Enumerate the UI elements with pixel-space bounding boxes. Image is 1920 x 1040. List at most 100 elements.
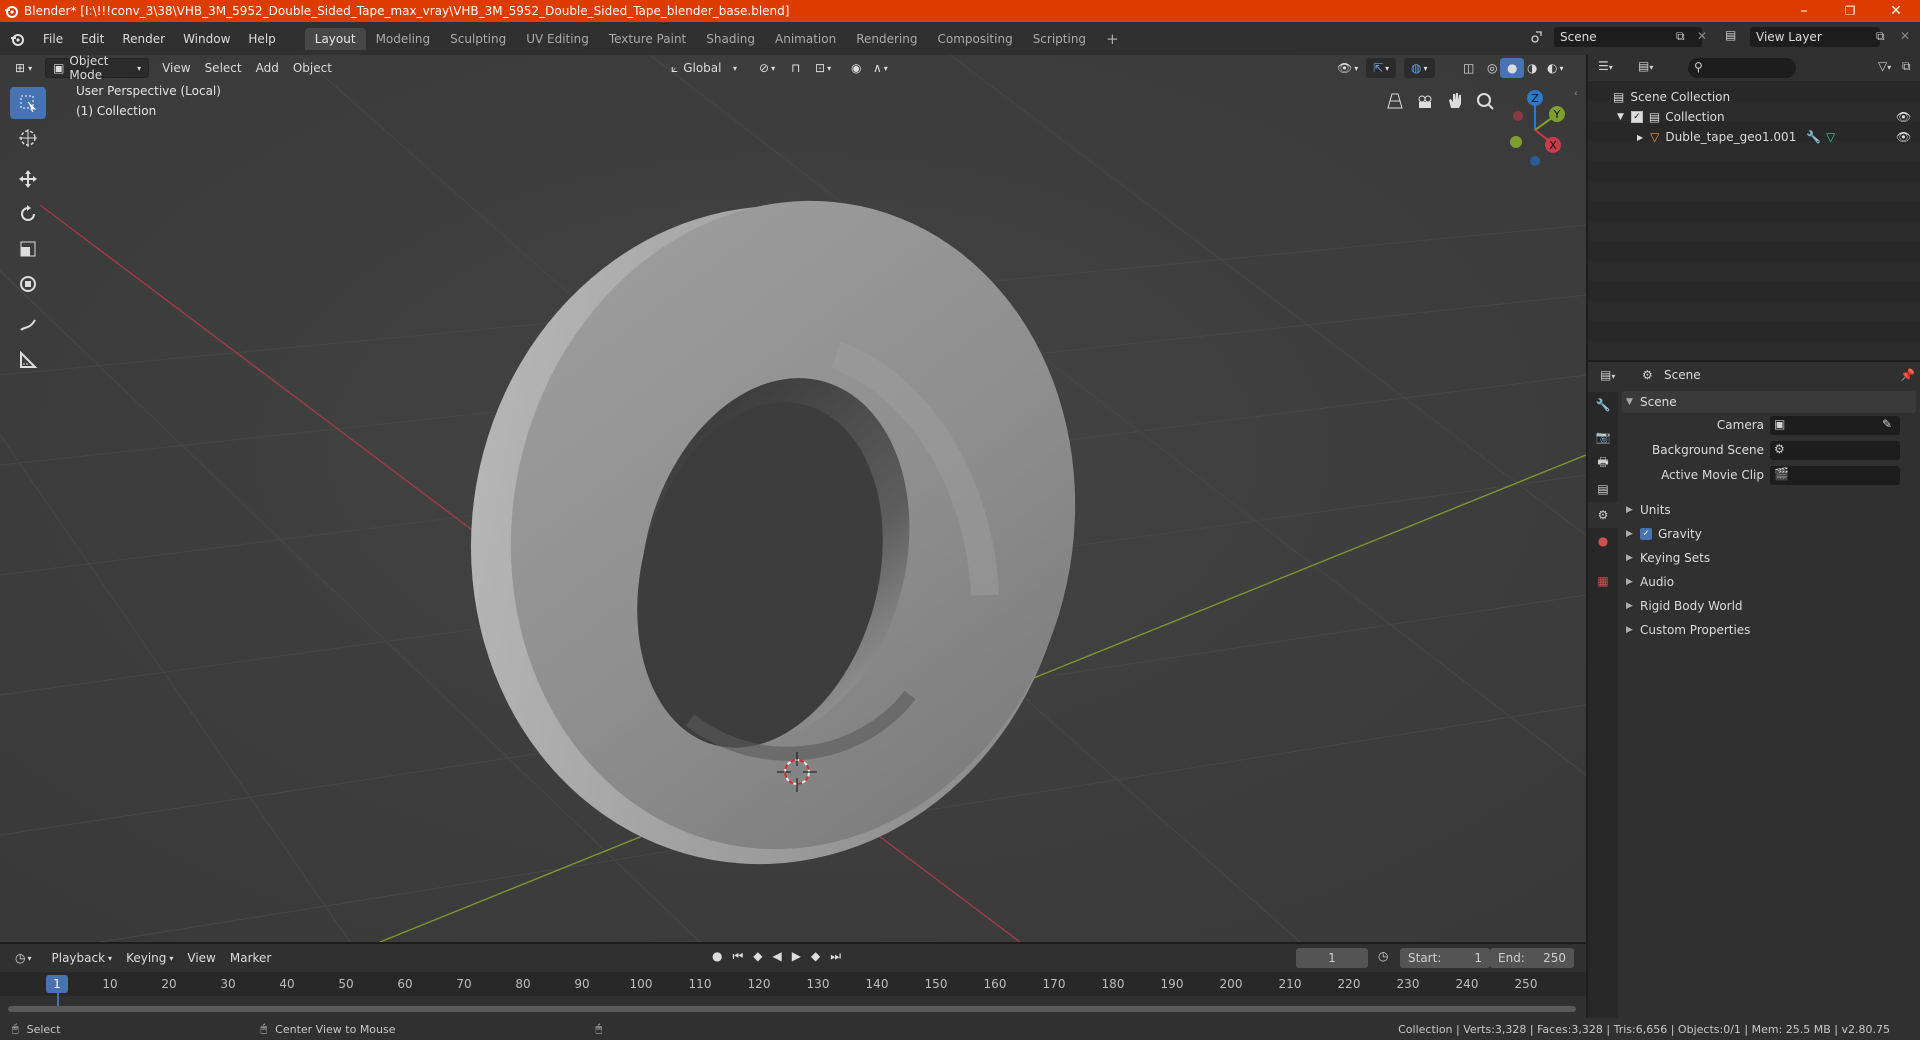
new-view-layer-icon[interactable]: ⧉ bbox=[1876, 29, 1885, 44]
pin-icon[interactable]: 📌 bbox=[1900, 368, 1915, 382]
gizmo-toggle-icon[interactable]: ⇱ ▾ bbox=[1366, 58, 1397, 78]
overlays-toggle-icon[interactable]: ◍ ▾ bbox=[1404, 58, 1435, 78]
tab-uv-editing[interactable]: UV Editing bbox=[516, 28, 599, 50]
play-reverse-icon[interactable]: ◀ bbox=[773, 949, 782, 964]
delete-view-layer-icon[interactable]: ✕ bbox=[1900, 29, 1910, 43]
menu-edit[interactable]: Edit bbox=[72, 32, 113, 46]
collection-checkbox[interactable]: ✓ bbox=[1630, 111, 1643, 123]
proportional-edit-icon[interactable]: ◉ bbox=[844, 58, 868, 78]
tab-compositing[interactable]: Compositing bbox=[927, 28, 1022, 50]
jump-end-icon[interactable]: ⏭ bbox=[830, 949, 841, 964]
texture-tab-icon[interactable]: ▦ bbox=[1588, 568, 1618, 594]
timeline-scrollbar[interactable] bbox=[8, 1006, 1576, 1012]
add-workspace-button[interactable]: + bbox=[1096, 26, 1129, 52]
object-expand-icon[interactable]: ▶ bbox=[1637, 133, 1643, 142]
cursor-tool-icon[interactable] bbox=[10, 122, 46, 154]
snap-target-icon[interactable]: ⊡ ▾ bbox=[808, 58, 838, 78]
rigid-body-world-panel-header[interactable]: ▶ Rigid Body World bbox=[1622, 595, 1916, 617]
audio-panel-header[interactable]: ▶ Audio bbox=[1622, 571, 1916, 593]
scene-selector-icon[interactable] bbox=[1526, 27, 1548, 47]
prev-keyframe-icon[interactable]: ◆ bbox=[753, 949, 762, 964]
new-scene-icon[interactable]: ⧉ bbox=[1676, 29, 1685, 44]
custom-properties-panel-header[interactable]: ▶ Custom Properties bbox=[1622, 619, 1916, 641]
view-layer-field[interactable]: View Layer bbox=[1750, 27, 1880, 47]
display-mode-icon[interactable]: ▤▾ bbox=[1638, 59, 1653, 73]
view-layer-tab-icon[interactable]: ▤ bbox=[1588, 476, 1618, 502]
viewport-menu-select[interactable]: Select bbox=[198, 58, 249, 78]
jump-start-icon[interactable]: ⏮ bbox=[732, 949, 743, 964]
camera-field[interactable]: ▣ ✎ bbox=[1770, 416, 1900, 435]
object-visibility-eye-icon[interactable]: 👁 bbox=[1896, 130, 1911, 144]
editor-type-button[interactable]: ⊞ ▾ bbox=[8, 58, 39, 78]
snap-toggle-icon[interactable]: ⊓ bbox=[784, 58, 807, 78]
properties-editor-type-icon[interactable]: ▤▾ bbox=[1600, 368, 1615, 382]
selectability-visibility-icon[interactable]: 👁 ▾ bbox=[1330, 58, 1365, 78]
render-tab-icon[interactable]: 📷 bbox=[1588, 424, 1618, 450]
scene-tab-icon[interactable]: ⚙ bbox=[1588, 502, 1618, 528]
menu-help[interactable]: Help bbox=[239, 32, 284, 46]
gravity-checkbox[interactable]: ✓ bbox=[1640, 528, 1652, 540]
active-movie-clip-field[interactable]: 🎬 bbox=[1770, 466, 1900, 485]
timeline-editor-type-icon[interactable]: ◷ ▾ bbox=[8, 948, 39, 968]
timeline-menu-view[interactable]: View bbox=[180, 948, 222, 968]
output-tab-icon[interactable]: 🖶 bbox=[1588, 450, 1618, 476]
transform-orientation-dropdown[interactable]: ⟀ Global ▾ bbox=[664, 58, 744, 78]
play-icon[interactable]: ▶ bbox=[792, 949, 801, 964]
close-button[interactable]: ✕ bbox=[1873, 0, 1919, 22]
axis-gizmo[interactable]: Z Y X bbox=[1490, 85, 1570, 175]
outliner-row-scene-collection[interactable]: ▤ Scene Collection bbox=[1588, 87, 1920, 107]
collection-visibility-eye-icon[interactable]: 👁 bbox=[1896, 110, 1911, 124]
playhead[interactable]: 1 bbox=[46, 975, 68, 993]
select-box-tool-icon[interactable] bbox=[10, 87, 46, 119]
modifier-wrench-icon[interactable]: 🔧 bbox=[1806, 130, 1821, 144]
keying-sets-panel-header[interactable]: ▶ Keying Sets bbox=[1622, 547, 1916, 569]
maximize-button[interactable]: ❐ bbox=[1827, 0, 1873, 22]
outliner-row-object[interactable]: ▶ ▽ Duble_tape_geo1.001 🔧 ▽ 👁 bbox=[1588, 127, 1920, 147]
mode-dropdown[interactable]: ▣ Object Mode ▾ bbox=[45, 55, 150, 82]
gravity-panel-header[interactable]: ▶ ✓ Gravity bbox=[1622, 523, 1916, 545]
blender-menu-icon[interactable] bbox=[0, 32, 34, 46]
outliner-editor-type-icon[interactable]: ☰▾ bbox=[1598, 59, 1613, 73]
background-scene-field[interactable]: ⚙ bbox=[1770, 441, 1900, 460]
measure-tool-icon[interactable] bbox=[10, 344, 46, 376]
camera-view-icon[interactable] bbox=[1414, 90, 1436, 115]
tab-scripting[interactable]: Scripting bbox=[1023, 28, 1096, 50]
tab-rendering[interactable]: Rendering bbox=[846, 28, 927, 50]
tab-layout[interactable]: Layout bbox=[304, 27, 366, 50]
scene-panel-header[interactable]: ▼ Scene bbox=[1622, 391, 1916, 413]
timeline-menu-playback[interactable]: Playback ▾ bbox=[45, 948, 120, 968]
transform-tool-icon[interactable] bbox=[10, 268, 46, 300]
timeline-ruler[interactable]: 1 10 20 30 40 50 60 70 80 90 100 110 120 130 140 150 16… bbox=[0, 972, 1586, 1012]
annotate-tool-icon[interactable] bbox=[10, 309, 46, 341]
proportional-falloff-icon[interactable]: ∧ ▾ bbox=[866, 58, 895, 78]
move-tool-icon[interactable] bbox=[10, 163, 46, 195]
rotate-tool-icon[interactable] bbox=[10, 198, 46, 230]
timeline-menu-marker[interactable]: Marker bbox=[223, 948, 278, 968]
current-frame-field[interactable]: 1 bbox=[1296, 948, 1368, 968]
preview-range-clock-icon[interactable]: ◷ bbox=[1378, 949, 1388, 963]
outliner-row-collection[interactable]: ▼ ✓ ▤ Collection 👁 bbox=[1588, 107, 1920, 127]
menu-window[interactable]: Window bbox=[174, 32, 239, 46]
tab-animation[interactable]: Animation bbox=[765, 28, 846, 50]
menu-render[interactable]: Render bbox=[113, 32, 174, 46]
pan-view-icon[interactable] bbox=[1444, 90, 1466, 115]
neg-z-axis-handle[interactable] bbox=[1530, 156, 1540, 166]
minimize-button[interactable]: – bbox=[1781, 0, 1827, 22]
3d-viewport[interactable]: ⊞ ▾ ▣ Object Mode ▾ View Select Add Objec… bbox=[0, 55, 1586, 942]
rendered-shading-icon[interactable]: ◐ ▾ bbox=[1540, 58, 1571, 78]
tab-shading[interactable]: Shading bbox=[696, 28, 765, 50]
filter-icon[interactable]: ▽▾ bbox=[1878, 59, 1891, 73]
outliner-search-input[interactable]: ⚲ bbox=[1688, 58, 1796, 78]
eyedropper-icon[interactable]: ✎ bbox=[1882, 417, 1892, 431]
viewport-menu-add[interactable]: Add bbox=[249, 58, 286, 78]
pivot-point-icon[interactable]: ⊘ ▾ bbox=[752, 58, 782, 78]
toggle-perspective-icon[interactable] bbox=[1384, 90, 1406, 115]
collection-expand-icon[interactable]: ▼ bbox=[1617, 112, 1624, 122]
delete-scene-icon[interactable]: ✕ bbox=[1697, 29, 1707, 43]
viewport-canvas[interactable] bbox=[0, 55, 1586, 942]
tab-sculpting[interactable]: Sculpting bbox=[440, 28, 516, 50]
tab-texture-paint[interactable]: Texture Paint bbox=[599, 28, 696, 50]
units-panel-header[interactable]: ▶ Units bbox=[1622, 499, 1916, 521]
end-frame-field[interactable]: End: 250 bbox=[1490, 948, 1574, 968]
viewport-menu-object[interactable]: Object bbox=[286, 58, 339, 78]
